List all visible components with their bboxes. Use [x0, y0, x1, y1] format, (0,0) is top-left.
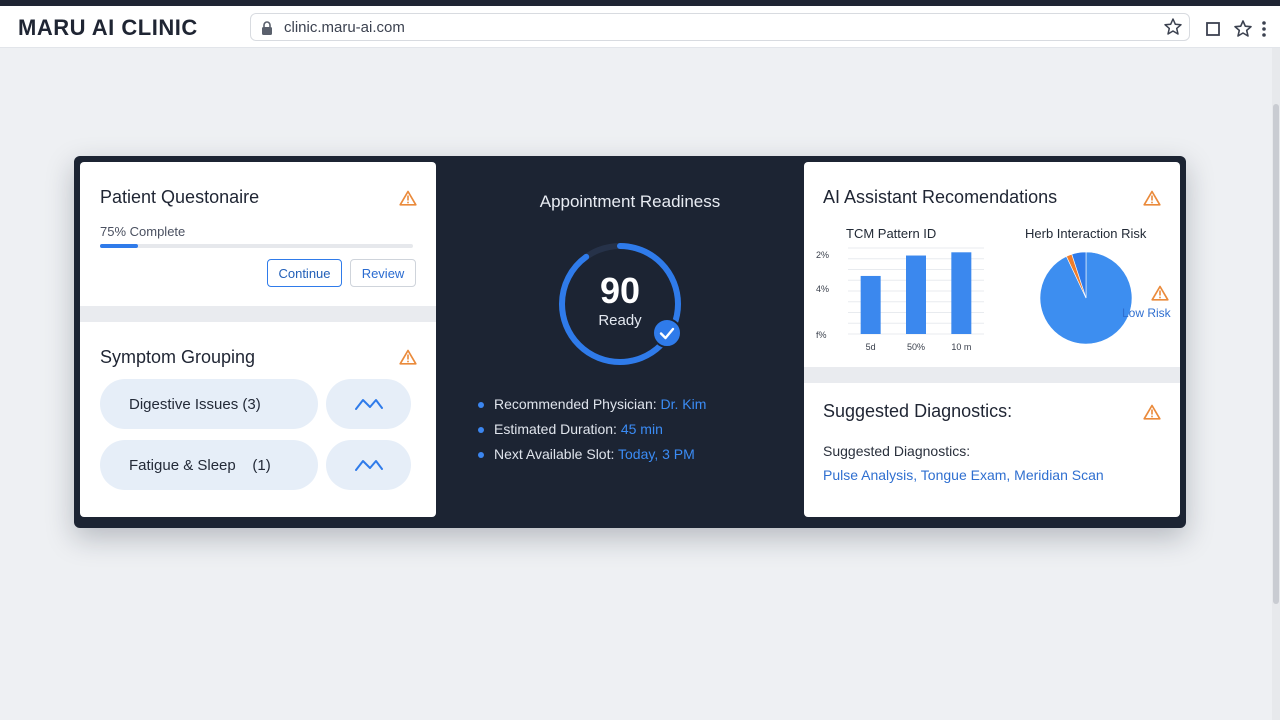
more-menu-icon[interactable]	[1258, 19, 1270, 39]
duration-row: Estimated Duration: 45 min	[478, 421, 778, 446]
warning-icon[interactable]	[1143, 404, 1161, 420]
herb-risk-pie-chart	[1039, 251, 1133, 345]
x-tick-label: 10 m	[951, 342, 971, 352]
browser-toolbar: MARU AI CLINIC clinic.maru-ai.com	[0, 6, 1280, 48]
bullet-icon	[478, 452, 484, 458]
symptom-trend-button[interactable]	[326, 379, 411, 429]
left-panel: Patient Questonaire 75% Complete Continu…	[80, 162, 436, 517]
warning-icon[interactable]	[399, 349, 417, 365]
brand-logo[interactable]: MARU AI CLINIC	[18, 15, 198, 41]
symptom-group-label: Digestive Issues (3)	[129, 395, 261, 413]
window-restore-icon[interactable]	[1203, 19, 1223, 39]
warning-icon[interactable]	[1151, 285, 1169, 301]
questionnaire-progress-bar	[100, 244, 413, 248]
bullet-icon	[478, 402, 484, 408]
section-divider	[804, 367, 1180, 383]
y-tick-label: f%	[816, 330, 827, 340]
diagnostics-section: Suggested Diagnostics: Suggested Diagnos…	[804, 383, 1180, 517]
address-bar[interactable]: clinic.maru-ai.com	[250, 13, 1190, 41]
trend-icon	[354, 399, 383, 410]
progress-fill	[100, 244, 138, 248]
tcm-pattern-bar-chart: 2% 4% f% 5d 50% 10 m	[816, 247, 984, 352]
duration-label: Estimated Duration:	[494, 421, 621, 437]
risk-chart-title: Herb Interaction Risk	[1025, 226, 1147, 241]
warning-icon[interactable]	[399, 190, 417, 206]
chart-bar	[906, 255, 926, 334]
page-scrollbar[interactable]	[1272, 48, 1280, 720]
symptom-group-fatigue[interactable]: Fatigue & Sleep (1)	[100, 440, 318, 490]
favorites-star-icon[interactable]	[1233, 19, 1253, 39]
url-text[interactable]: clinic.maru-ai.com	[284, 19, 405, 36]
right-panel: AI Assistant Recomendations TCM Pattern …	[804, 162, 1180, 517]
risk-level-label: Low Risk	[1122, 306, 1171, 320]
section-divider	[80, 306, 436, 322]
symptom-grouping-title: Symptom Grouping	[100, 347, 256, 367]
trend-icon	[354, 460, 383, 471]
lock-icon	[262, 21, 272, 35]
readiness-score: 90	[599, 270, 641, 311]
continue-button[interactable]: Continue	[267, 259, 342, 287]
chart-bar	[951, 252, 972, 334]
progress-label: 75% Complete	[100, 224, 186, 239]
physician-row: Recommended Physician: Dr. Kim	[478, 396, 778, 421]
ai-recommendations-title: AI Assistant Recomendations	[823, 187, 1058, 207]
clinic-dashboard: Patient Questonaire 75% Complete Continu…	[74, 156, 1186, 528]
check-icon	[652, 318, 682, 348]
questionnaire-title: Patient Questonaire	[100, 187, 260, 207]
y-tick-label: 4%	[816, 284, 829, 294]
slot-row: Next Available Slot: Today, 3 PM	[478, 446, 778, 471]
x-tick-label: 5d	[866, 342, 876, 352]
y-tick-label: 2%	[816, 250, 829, 260]
diagnostics-list[interactable]: Pulse Analysis, Tongue Exam, Meridian Sc…	[823, 467, 1104, 483]
chart-bar	[860, 275, 881, 334]
physician-value[interactable]: Dr. Kim	[661, 396, 707, 412]
bullet-icon	[478, 427, 484, 433]
scrollbar-thumb[interactable]	[1273, 104, 1279, 604]
symptom-trend-button[interactable]	[326, 440, 411, 490]
bookmark-star-icon[interactable]	[1163, 17, 1183, 37]
x-tick-label: 50%	[907, 342, 925, 352]
slot-label: Next Available Slot:	[494, 446, 619, 462]
diagnostics-title: Suggested Diagnostics:	[823, 401, 1013, 421]
slot-value[interactable]: Today, 3 PM	[618, 446, 695, 462]
diagnostics-subtitle: Suggested Diagnostics:	[823, 443, 971, 459]
tcm-chart-title: TCM Pattern ID	[846, 226, 937, 241]
warning-icon[interactable]	[1143, 190, 1161, 206]
appointment-details: Recommended Physician: Dr. Kim Estimated…	[478, 396, 778, 471]
physician-label: Recommended Physician:	[494, 396, 661, 412]
review-button[interactable]: Review	[350, 259, 416, 287]
symptom-group-label: Fatigue & Sleep (1)	[129, 456, 271, 474]
duration-value: 45 min	[620, 421, 663, 437]
symptom-group-digestive[interactable]: Digestive Issues (3)	[100, 379, 318, 429]
